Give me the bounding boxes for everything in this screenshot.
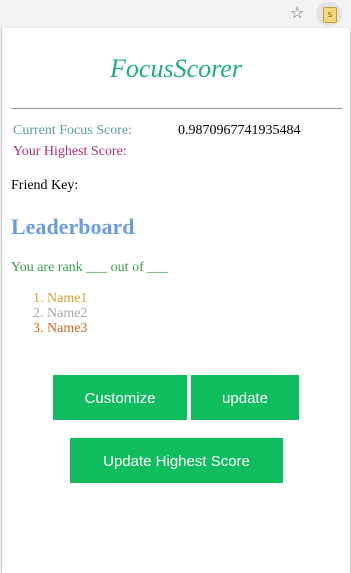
- leaderboard-entry: 1. Name1: [33, 291, 88, 306]
- update-highest-score-button[interactable]: Update Highest Score: [70, 438, 283, 483]
- leaderboard-list: 1. Name1 2. Name2 3. Name3: [33, 291, 87, 336]
- leaderboard-title: Leaderboard: [11, 214, 135, 239]
- update-button[interactable]: update: [191, 375, 299, 420]
- current-score-label: Current Focus Score:: [13, 123, 132, 138]
- current-score-value: 0.9870967741935484: [178, 123, 301, 138]
- highest-score-label: Your Highest Score:: [13, 144, 127, 159]
- title-divider: [11, 108, 342, 109]
- bookmark-star-icon[interactable]: ☆: [290, 3, 304, 22]
- extension-icon: S: [323, 7, 337, 23]
- rank-text: You are rank ___ out of ___: [11, 260, 169, 275]
- customize-button[interactable]: Customize: [53, 375, 187, 420]
- friend-key-label: Friend Key:: [11, 178, 79, 193]
- extension-popup: FocusScorer Current Focus Score: 0.98709…: [1, 28, 351, 573]
- extension-button[interactable]: S: [316, 2, 342, 26]
- leaderboard-entry: 3. Name3: [33, 321, 88, 336]
- app-title: FocusScorer: [110, 54, 242, 83]
- browser-toolbar: ☆ S: [0, 0, 351, 28]
- leaderboard-entry: 2. Name2: [33, 306, 88, 321]
